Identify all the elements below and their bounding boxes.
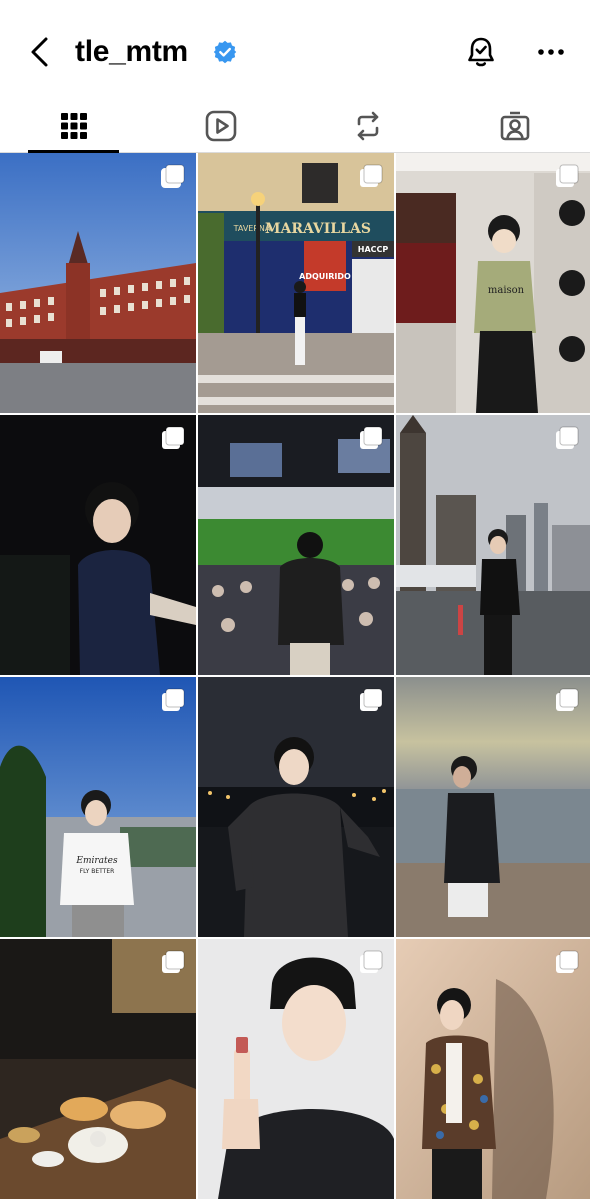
post-tile[interactable] bbox=[396, 677, 590, 937]
sign-haccp: HACCP bbox=[358, 245, 389, 254]
post-thumbnail bbox=[198, 939, 394, 1199]
post-tile[interactable]: Emirates FLY BETTER bbox=[0, 677, 196, 937]
grid-icon bbox=[60, 113, 87, 139]
post-thumbnail: maison bbox=[396, 153, 590, 413]
multiple-photos-icon bbox=[162, 950, 185, 973]
more-options-icon[interactable] bbox=[533, 42, 569, 62]
multiple-photos-icon bbox=[360, 426, 383, 449]
jersey-slogan: FLY BETTER bbox=[80, 868, 115, 875]
tab-posts-grid[interactable] bbox=[0, 100, 147, 153]
post-thumbnail bbox=[396, 939, 590, 1199]
sign-maravillas: MARAVILLAS bbox=[265, 221, 371, 237]
post-tile[interactable] bbox=[198, 677, 394, 937]
post-tile[interactable] bbox=[0, 415, 196, 675]
multiple-photos-icon bbox=[360, 688, 383, 711]
post-thumbnail bbox=[0, 939, 196, 1199]
multiple-photos-icon bbox=[556, 688, 579, 711]
reels-play-icon bbox=[205, 110, 236, 142]
tab-reposts[interactable] bbox=[294, 100, 441, 152]
notification-bell-icon[interactable] bbox=[463, 34, 499, 70]
post-tile[interactable]: MARAVILLAS TAVERNA ADQUIRIDO HACCP bbox=[198, 153, 394, 413]
post-tile[interactable] bbox=[198, 939, 394, 1199]
back-chevron-icon[interactable] bbox=[24, 34, 58, 70]
multiple-photos-icon bbox=[162, 688, 185, 711]
profile-tabs bbox=[0, 100, 590, 153]
profile-header: tle_mtm bbox=[0, 0, 590, 100]
post-thumbnail bbox=[198, 677, 394, 937]
multiple-photos-icon bbox=[360, 950, 383, 973]
multiple-photos-icon bbox=[162, 426, 185, 449]
shirt-text: maison bbox=[488, 285, 525, 296]
sign-adquirido: ADQUIRIDO bbox=[299, 272, 351, 281]
post-tile[interactable] bbox=[198, 415, 394, 675]
multiple-photos-icon bbox=[360, 164, 383, 187]
post-thumbnail bbox=[198, 415, 394, 675]
multiple-photos-icon bbox=[556, 426, 579, 449]
post-tile[interactable] bbox=[0, 939, 196, 1199]
multiple-photos-icon bbox=[556, 950, 579, 973]
post-tile[interactable]: maison bbox=[396, 153, 590, 413]
tab-reels[interactable] bbox=[147, 100, 294, 152]
post-tile[interactable] bbox=[0, 153, 196, 413]
post-thumbnail bbox=[396, 677, 590, 937]
tab-tagged[interactable] bbox=[441, 100, 588, 152]
post-thumbnail bbox=[0, 415, 196, 675]
posts-grid: MARAVILLAS TAVERNA ADQUIRIDO HACCP maiso… bbox=[0, 153, 590, 1200]
post-tile[interactable] bbox=[396, 415, 590, 675]
jersey-sponsor: Emirates bbox=[75, 856, 118, 866]
multiple-photos-icon bbox=[161, 164, 185, 188]
verified-badge-icon bbox=[213, 40, 237, 64]
post-thumbnail bbox=[0, 153, 196, 413]
post-thumbnail bbox=[396, 415, 590, 675]
post-thumbnail: MARAVILLAS TAVERNA ADQUIRIDO HACCP bbox=[198, 153, 394, 413]
multiple-photos-icon bbox=[556, 164, 579, 187]
profile-username: tle_mtm bbox=[75, 35, 188, 68]
sign-taverna: TAVERNA bbox=[233, 224, 271, 233]
post-thumbnail: Emirates FLY BETTER bbox=[0, 677, 196, 937]
tagged-person-icon bbox=[500, 111, 529, 141]
repost-icon bbox=[357, 111, 378, 141]
post-tile[interactable] bbox=[396, 939, 590, 1199]
